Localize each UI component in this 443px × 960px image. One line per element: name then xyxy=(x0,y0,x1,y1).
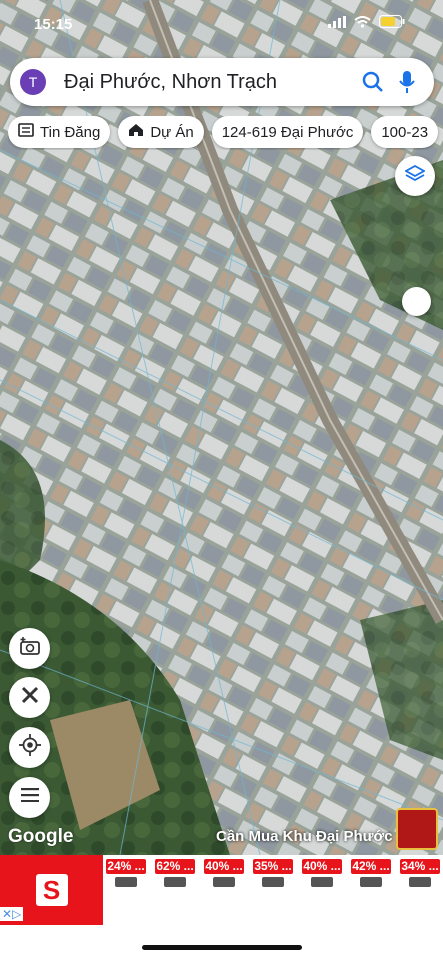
ad-deal[interactable]: 40% ... xyxy=(204,859,244,887)
listing-icon xyxy=(18,123,40,141)
signal-icon xyxy=(328,15,346,32)
chip-place-2[interactable]: 100-23 xyxy=(371,116,439,148)
ad-deal[interactable]: 35% ... xyxy=(253,859,293,887)
chip-label: Dự Án xyxy=(150,123,194,141)
ad-banner[interactable]: S ✕▷ 24% ... 62% ... 40% ... 35% ... 40%… xyxy=(0,855,443,925)
ad-deal[interactable]: 34% ... xyxy=(400,859,440,887)
ad-deals: 24% ... 62% ... 40% ... 35% ... 40% ... … xyxy=(106,859,440,887)
hamburger-icon xyxy=(20,788,39,807)
google-attribution: Google xyxy=(8,826,74,847)
ad-close-icon[interactable]: ✕▷ xyxy=(0,907,24,921)
ad-deal[interactable]: 24% ... xyxy=(106,859,146,887)
home-icon xyxy=(128,123,150,141)
avatar[interactable]: T xyxy=(20,69,46,95)
ad-deal[interactable]: 42% ... xyxy=(351,859,391,887)
chip-tin-dang[interactable]: Tin Đăng xyxy=(8,116,111,148)
chip-label: 100-23 xyxy=(381,123,429,141)
status-bar: 15:15 xyxy=(0,14,443,38)
ad-pin-marker[interactable] xyxy=(396,808,438,850)
camera-plus-icon xyxy=(19,636,41,661)
measure-button[interactable] xyxy=(9,677,50,718)
chip-place-1[interactable]: 124-619 Đại Phước xyxy=(211,116,364,148)
my-location-button[interactable] xyxy=(9,727,50,768)
search-bar[interactable]: T Đại Phước, Nhơn Trạch xyxy=(10,58,434,106)
status-time: 15:15 xyxy=(34,16,73,33)
crosshair-icon xyxy=(18,734,41,761)
filter-chips: Tin Đăng Dự Án 124-619 Đại Phước 100-23 xyxy=(8,116,443,150)
microphone-icon[interactable] xyxy=(390,65,424,99)
wifi-icon xyxy=(354,15,371,32)
map-place-label[interactable]: Cần Mua Khu Đại Phước 1 xyxy=(216,828,405,845)
home-indicator-area xyxy=(0,925,443,960)
chip-du-an[interactable]: Dự Án xyxy=(118,116,204,148)
chip-label: Tin Đăng xyxy=(40,123,101,141)
pegman-control[interactable] xyxy=(402,287,431,316)
photo-add-button[interactable] xyxy=(9,628,50,669)
layers-button[interactable] xyxy=(395,156,435,196)
ad-deal[interactable]: 40% ... xyxy=(302,859,342,887)
layers-icon xyxy=(404,164,426,188)
battery-icon xyxy=(379,15,405,32)
ruler-pencil-icon xyxy=(20,685,40,710)
chip-label: 124-619 Đại Phước xyxy=(221,123,354,141)
search-icon[interactable] xyxy=(356,65,390,99)
search-input[interactable]: Đại Phước, Nhơn Trạch xyxy=(64,71,356,94)
ad-deal[interactable]: 62% ... xyxy=(155,859,195,887)
home-indicator[interactable] xyxy=(142,945,302,950)
menu-button[interactable] xyxy=(9,777,50,818)
